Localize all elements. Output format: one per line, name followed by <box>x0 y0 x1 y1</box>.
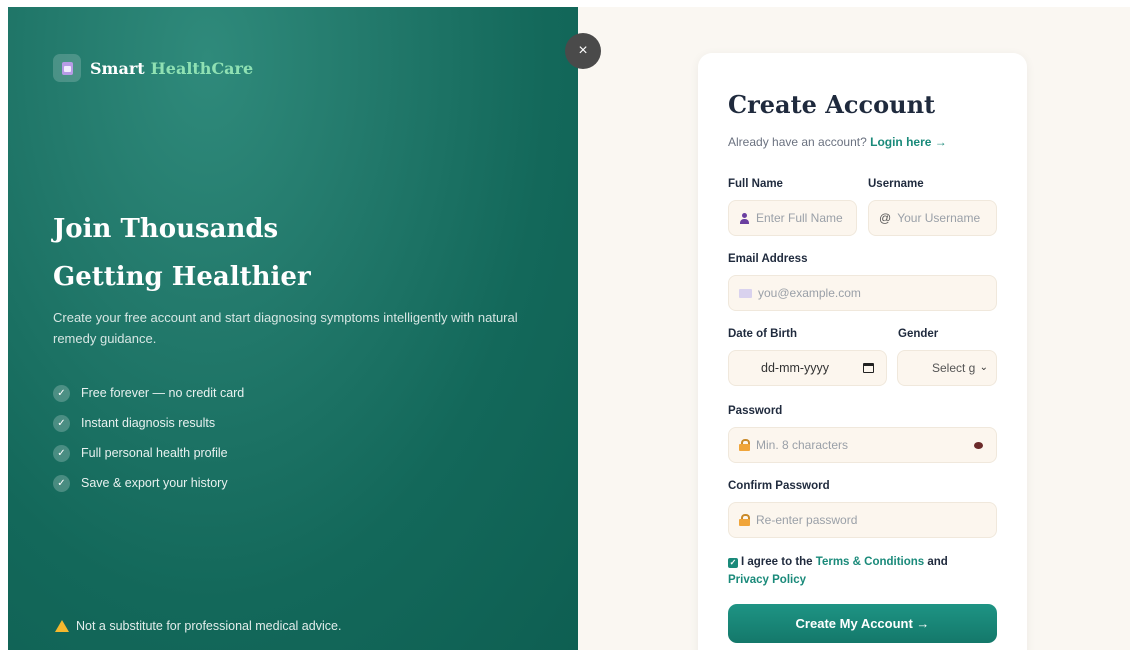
feature-text: Save & export your history <box>81 476 228 490</box>
disclaimer-text: Not a substitute for professional medica… <box>76 619 342 633</box>
username-placeholder: Your Username <box>897 211 981 225</box>
email-field[interactable]: you@example.com <box>728 275 997 311</box>
at-icon: @ <box>879 211 892 225</box>
password-placeholder: Min. 8 characters <box>756 438 849 452</box>
chevron-down-icon: ⌄ <box>979 362 988 373</box>
create-account-button[interactable]: Create My Account → <box>728 604 997 643</box>
brand-name-part1: Smart <box>90 58 145 78</box>
terms-link[interactable]: Terms & Conditions <box>816 556 924 568</box>
terms-agreement: ✓ I agree to the Terms & Conditions and P… <box>728 553 978 589</box>
confirm-password-field[interactable]: Re-enter password <box>728 502 997 538</box>
password-label: Password <box>728 405 783 417</box>
hero-title-line1: Join Thousands <box>53 214 279 244</box>
terms-and: and <box>927 556 948 568</box>
email-label: Email Address <box>728 253 808 265</box>
check-icon: ✓ <box>53 474 70 492</box>
user-icon <box>739 212 750 224</box>
feature-list: ✓ Free forever — no credit card ✓ Instant … <box>53 378 244 498</box>
feature-item: ✓ Instant diagnosis results <box>53 408 244 438</box>
feature-item: ✓ Save & export your history <box>53 468 244 498</box>
page-frame: Smart HealthCare Join Thousands Getting H… <box>8 7 1130 650</box>
check-icon: ✓ <box>53 384 70 402</box>
feature-text: Free forever — no credit card <box>81 386 245 400</box>
gender-label: Gender <box>898 328 939 340</box>
privacy-link[interactable]: Privacy Policy <box>728 574 806 586</box>
gender-select[interactable]: Select g ⌄ <box>897 350 997 386</box>
lock-icon <box>739 439 750 451</box>
login-prompt-text: Already have an account? <box>728 135 867 149</box>
lock-icon <box>739 514 750 526</box>
clipboard-icon <box>53 54 81 82</box>
mail-icon <box>739 288 752 298</box>
password-field[interactable]: Min. 8 characters <box>728 427 997 463</box>
medical-disclaimer: Not a substitute for professional medica… <box>55 619 341 633</box>
form-title: Create Account <box>728 90 936 119</box>
brand-logo[interactable]: Smart HealthCare <box>53 54 253 82</box>
feature-text: Full personal health profile <box>81 446 228 460</box>
confirm-password-label: Confirm Password <box>728 480 830 492</box>
feature-item: ✓ Free forever — no credit card <box>53 378 244 408</box>
username-label: Username <box>868 178 924 190</box>
full-name-label: Full Name <box>728 178 783 190</box>
gender-value: Select g <box>932 361 976 375</box>
terms-prefix: I agree to the <box>741 556 813 568</box>
full-name-placeholder: Enter Full Name <box>756 211 843 225</box>
dob-input[interactable]: dd-mm-yyyy <box>728 350 887 386</box>
warning-icon <box>55 620 69 632</box>
check-icon: ✓ <box>53 414 70 432</box>
dob-label: Date of Birth <box>728 328 797 340</box>
full-name-field[interactable]: Enter Full Name <box>728 200 857 236</box>
check-icon: ✓ <box>53 444 70 462</box>
hero-title: Join Thousands Getting Healthier <box>53 205 311 301</box>
username-field[interactable]: @ Your Username <box>868 200 997 236</box>
login-prompt: Already have an account? Login here → <box>728 135 947 149</box>
dob-value: dd-mm-yyyy <box>761 361 830 375</box>
confirm-password-placeholder: Re-enter password <box>756 513 858 527</box>
close-button[interactable]: × <box>565 33 601 69</box>
hero-title-line2: Getting Healthier <box>53 262 311 292</box>
terms-checkbox[interactable]: ✓ <box>728 558 738 568</box>
feature-text: Instant diagnosis results <box>81 416 216 430</box>
feature-item: ✓ Full personal health profile <box>53 438 244 468</box>
hero-description: Create your free account and start diagn… <box>53 310 518 346</box>
email-placeholder: you@example.com <box>758 286 861 300</box>
signup-card: Create Account Already have an account? … <box>698 53 1027 650</box>
show-password-icon[interactable] <box>974 442 983 449</box>
calendar-icon[interactable] <box>863 363 874 373</box>
login-link[interactable]: Login here → <box>870 135 947 149</box>
brand-name-part2: HealthCare <box>150 58 254 78</box>
brand-name: Smart HealthCare <box>90 59 253 78</box>
promo-panel: Smart HealthCare Join Thousands Getting H… <box>8 7 578 650</box>
